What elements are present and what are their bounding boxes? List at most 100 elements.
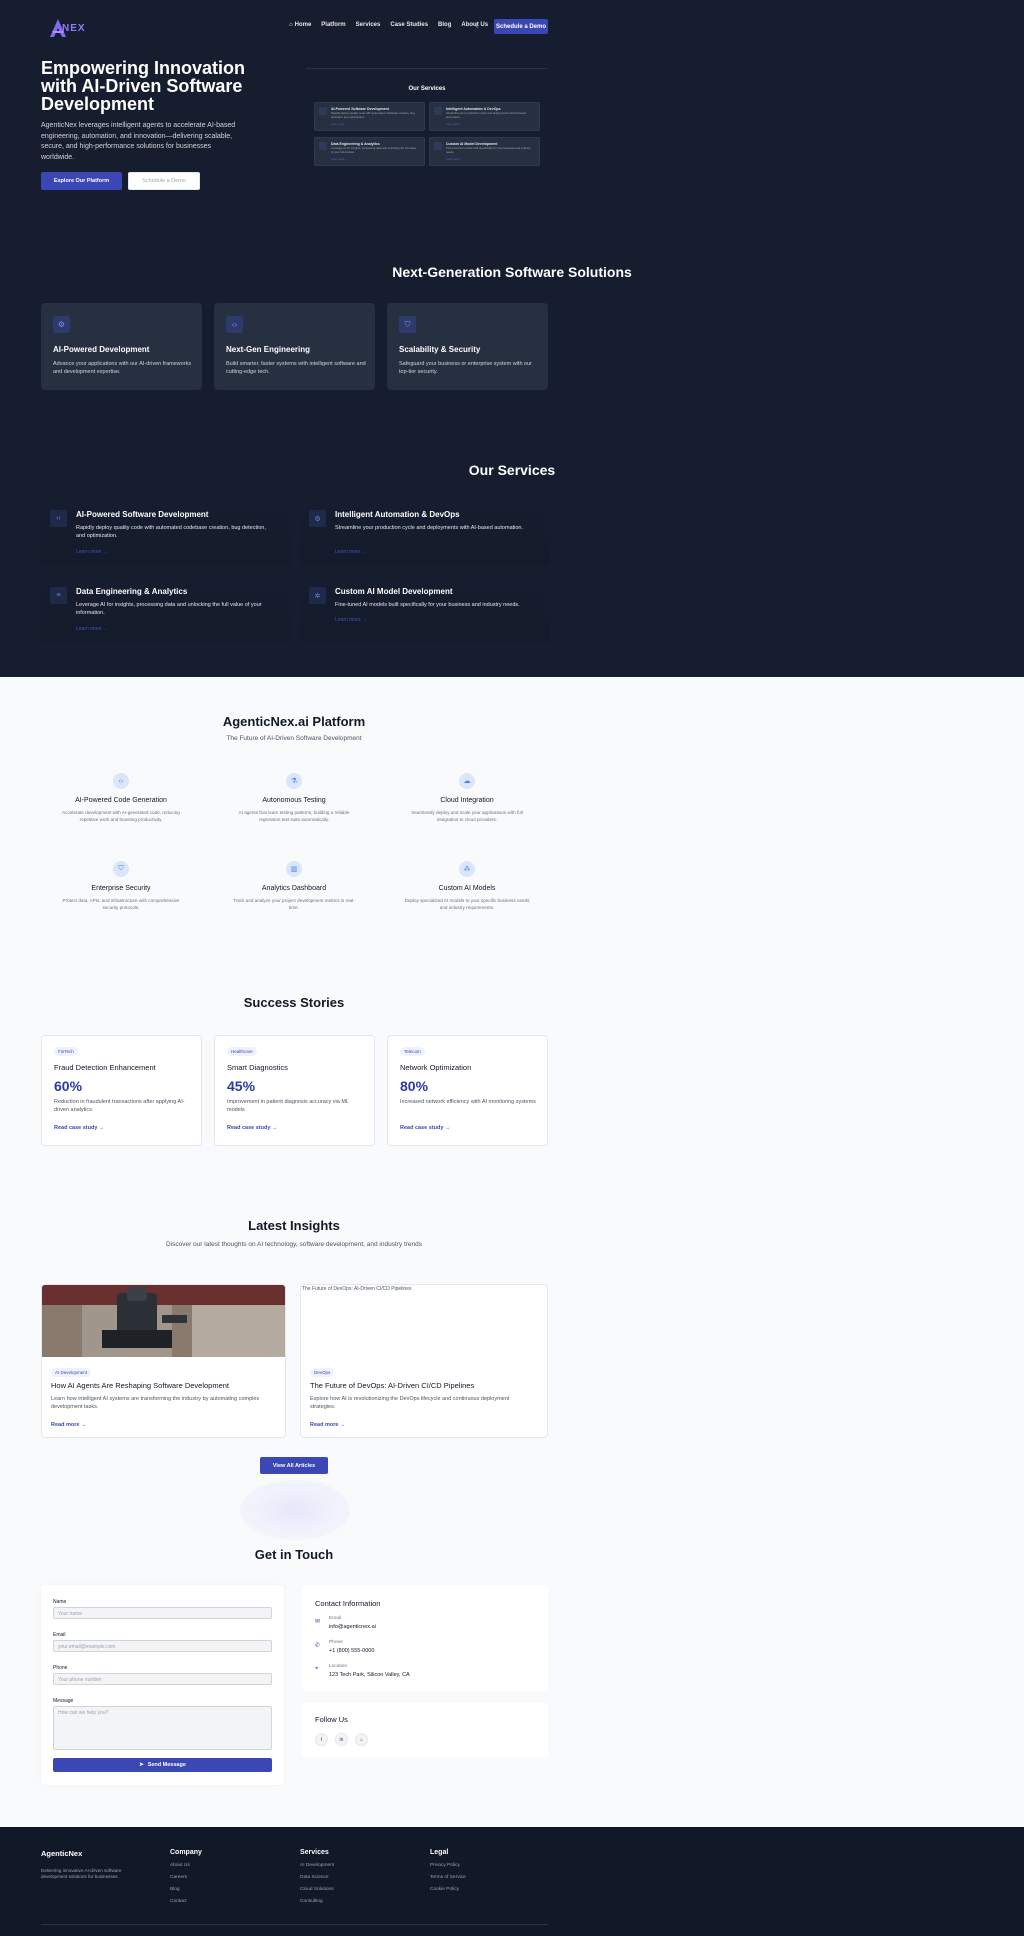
phone-key: Phone [329,1640,343,1645]
footer-link[interactable]: Privacy Policy [430,1863,466,1868]
learn-more-link[interactable]: Learn more → [76,549,108,555]
phone-input[interactable]: Your phone number [53,1673,272,1685]
footer-link[interactable]: AI Development [300,1863,334,1868]
service-title: Data Engineering & Analytics [76,587,188,596]
service-desc: Leverage AI for insights, processing dat… [76,602,262,616]
platform-feature-desc: AI agents that learn testing patterns, b… [238,810,350,822]
footer-link[interactable]: Contact [170,1899,202,1904]
platform-subtitle: The Future of AI-Driven Software Develop… [226,735,362,742]
follow-title: Follow Us [315,1715,348,1724]
footer-link[interactable]: About Us [170,1863,202,1868]
case-metric: 80% [400,1078,429,1094]
learn-more-link[interactable]: Learn more → [331,158,348,161]
read-more-link[interactable]: Read more → [310,1422,345,1428]
message-label: Message [53,1698,74,1704]
learn-more-link[interactable]: Learn more → [331,123,348,126]
platform-feature-title: Enterprise Security [91,885,151,892]
footer-link[interactable]: Consulting [300,1899,334,1904]
database-icon: ≡ [50,587,67,604]
logo-text[interactable]: NEX [62,23,86,34]
learn-more-link[interactable]: Learn more → [76,626,108,632]
feature-card: ⛉ Scalability & Security Safeguard your bu… [387,303,548,390]
case-metric: 60% [54,1078,83,1094]
schedule-demo-button[interactable]: Schedule a Demo [128,172,200,190]
hero-service-card[interactable]: Data Engineering & Analytics Leverage AI … [314,137,425,166]
cloud-icon: ☁ [459,773,475,789]
read-case-study-link[interactable]: Read case study → [227,1125,277,1131]
explore-platform-button[interactable]: Explore Our Platform [41,172,122,190]
read-case-study-link[interactable]: Read case study → [400,1125,450,1131]
footer-link[interactable]: Blog [170,1887,202,1892]
automation-icon: ⚙ [309,510,326,527]
schedule-demo-nav-button[interactable]: Schedule a Demo [494,19,548,34]
bar-chart-icon: ▥ [286,861,302,877]
hero-title: Empowering Innovation with AI-Driven Sof… [41,58,246,114]
email-key: Email [329,1616,341,1621]
twitter-icon[interactable]: t [315,1733,328,1746]
email-input[interactable]: your.email@example.com [53,1640,272,1652]
footer-link[interactable]: Terms of Service [430,1875,466,1880]
robot-image [42,1285,285,1357]
article-title: How AI Agents Are Reshaping Software Dev… [51,1381,230,1390]
platform-feature-title: Autonomous Testing [262,797,326,804]
feature-title: Next-Gen Engineering [226,345,311,354]
footer-description: Delivering innovative AI-driven software… [41,1868,122,1879]
gear-icon: ⚙ [53,316,70,333]
footer-column-title: Company [170,1849,202,1856]
cpu-icon: ✲ [309,587,326,604]
service-desc: Rapidly deploy quality code with automat… [76,525,266,539]
learn-more-link[interactable]: Learn more → [446,123,463,126]
case-tag: Telecom [400,1047,425,1056]
name-label: Name [53,1599,67,1605]
service-item[interactable]: ⚙ Intelligent Automation & DevOps Streamli… [300,500,550,566]
service-title: Custom AI Model Development [335,587,453,596]
nav-case-studies[interactable]: Case Studies [390,22,428,28]
case-study-card: Healthcare Smart Diagnostics 45% Improvemen… [214,1035,375,1146]
feature-title: AI-Powered Development [53,345,150,354]
send-message-button[interactable]: ➤ Send Message [53,1758,272,1772]
hero-service-card[interactable]: Intelligent Automation & DevOps Streamlin… [429,102,540,131]
theme-toggle-moon-icon[interactable]: ☾ [475,22,481,30]
article-card[interactable]: AI Development How AI Agents Are Reshapin… [41,1284,286,1438]
card-desc: Fine-tuned AI models built specifically … [446,146,531,154]
hero-service-card[interactable]: Custom AI Model Development Fine-tuned AI… [429,137,540,166]
view-all-articles-button[interactable]: View All Articles [260,1457,328,1474]
service-title: AI-Powered Software Development [76,510,209,519]
github-icon[interactable]: ⌂ [355,1733,368,1746]
message-textarea[interactable]: How can we help you? [53,1706,272,1750]
case-study-card: Telecom Network Optimization 80% Increased … [387,1035,548,1146]
nav-blog[interactable]: Blog [438,22,451,28]
cpu-icon [434,142,442,150]
footer-column-company: Company About Us Careers Blog Contact [170,1849,202,1904]
learn-more-link[interactable]: Learn more → [446,158,463,161]
email-value[interactable]: info@agenticnex.ai [329,1624,376,1630]
footer-link[interactable]: Cloud Solutions [300,1887,334,1892]
footer-column-title: Legal [430,1849,449,1856]
service-item[interactable]: ‹› AI-Powered Software Development Rapidly… [41,500,291,566]
hero-service-card[interactable]: AI-Powered Software Development Rapidly d… [314,102,425,131]
read-more-link[interactable]: Read more → [51,1422,86,1428]
nav-services[interactable]: Services [356,22,381,28]
learn-more-link[interactable]: Learn more → [335,549,367,555]
footer-link[interactable]: Cookie Policy [430,1887,466,1892]
contact-title: Get in Touch [254,1547,334,1562]
footer-column-services: Services AI Development Data Science Clo… [300,1849,334,1904]
card-desc: Leverage AI for insights, processing dat… [331,146,417,154]
service-item[interactable]: ✲ Custom AI Model Development Fine-tuned A… [300,577,550,643]
home-icon: ⌂ [289,22,293,28]
service-item[interactable]: ≡ Data Engineering & Analytics Leverage AI… [41,577,291,643]
footer-link[interactable]: Data Science [300,1875,334,1880]
platform-feature: ▥ Analytics Dashboard Track and analyze yo… [211,861,377,911]
read-case-study-link[interactable]: Read case study → [54,1125,104,1131]
linkedin-icon[interactable]: in [335,1733,348,1746]
nav-home[interactable]: ⌂ Home [289,22,311,28]
article-tag: DevOps [310,1368,335,1377]
name-input[interactable]: Your name [53,1607,272,1619]
learn-more-link[interactable]: Learn more → [335,617,367,623]
footer-link[interactable]: Careers [170,1875,202,1880]
article-card[interactable]: The Future of DevOps: AI-Driven CI/CD Pi… [300,1284,548,1438]
network-icon: ⁂ [459,861,475,877]
article-title: The Future of DevOps: AI-Driven CI/CD Pi… [310,1381,475,1390]
phone-value[interactable]: +1 (800) 555-0000 [329,1648,374,1654]
nav-platform[interactable]: Platform [321,22,345,28]
